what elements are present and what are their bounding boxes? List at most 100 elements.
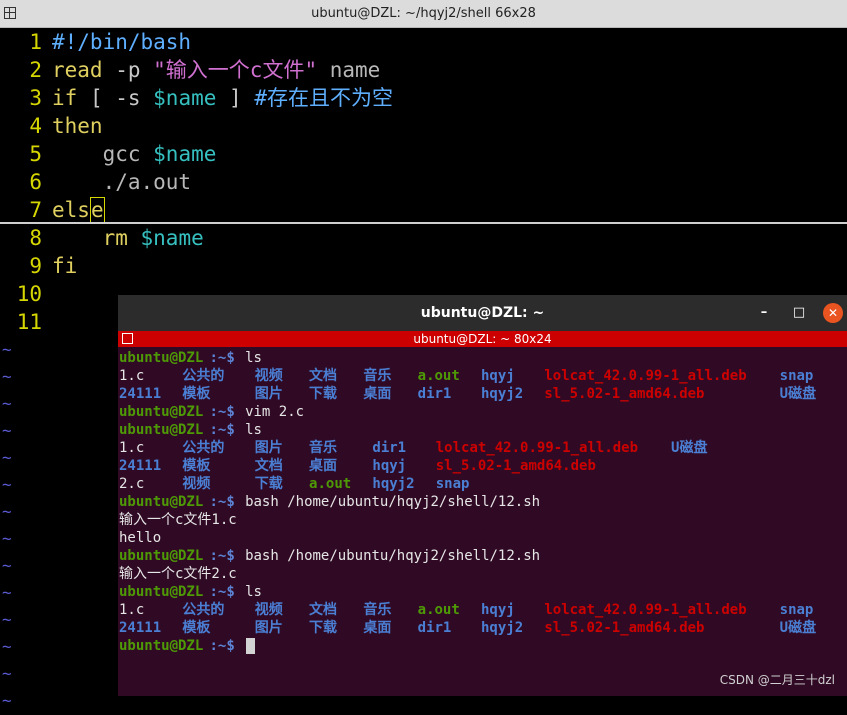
prompt-path: :~$: [209, 638, 235, 654]
code-text: gcc $name: [52, 140, 217, 168]
output-line: 24111 模板 图片 下载 桌面 dir1 hqyj2 sl_5.02-1_amd64.de…: [118, 619, 847, 637]
terminal-title: ubuntu@DZL: ~: [420, 305, 545, 321]
line-number: 3: [29, 86, 42, 110]
prompt-user: ubuntu@DZL: [119, 494, 204, 510]
output-item: hqyj: [372, 458, 407, 474]
code-text: else: [52, 196, 105, 224]
output-line: 输入一个c文件2.c: [118, 565, 847, 583]
terminal-window[interactable]: ubuntu@DZL: ~ – □ ✕ ubuntu@DZL: ~ 80x24 …: [118, 295, 847, 696]
output-item: hqyj: [481, 602, 515, 618]
prompt-path: :~$: [209, 584, 235, 600]
prompt-path: :~$: [209, 404, 235, 420]
output-item: hello: [119, 530, 162, 546]
empty-line-tilde: ~: [2, 367, 12, 386]
output-item: 1.c: [119, 440, 145, 456]
line-number: 9: [29, 254, 42, 278]
code-token: $name: [153, 142, 217, 166]
vim-window-title: ubuntu@DZL: ~/hqyj2/shell 66x28: [311, 6, 536, 21]
output-item: 桌面: [309, 458, 338, 474]
close-button[interactable]: ✕: [823, 303, 843, 323]
output-item: 图片: [254, 440, 283, 456]
editor-cursor: e: [89, 197, 105, 223]
output-item: snap: [779, 602, 814, 618]
tmux-title: ubuntu@DZL: ~ 80x24: [413, 332, 552, 346]
line-number: 8: [29, 226, 42, 250]
empty-line-tilde: ~: [2, 502, 12, 521]
minimize-button[interactable]: –: [754, 303, 774, 323]
terminal-titlebar[interactable]: ubuntu@DZL: ~ – □ ✕: [118, 295, 847, 331]
output-item: 输入一个c文件1.c: [119, 512, 237, 528]
output-item: 模板: [182, 620, 211, 636]
line-number: 11: [16, 310, 42, 334]
prompt-line: ubuntu@DZL :~$ vim 2.c: [118, 403, 847, 421]
output-item: sl_5.02-1_amd64.deb: [435, 458, 596, 474]
empty-line-tilde: ~: [2, 340, 12, 359]
output-item: 模板: [182, 386, 211, 402]
code-token: rm: [52, 226, 141, 250]
output-item: lolcat_42.0.99-1_all.deb: [544, 368, 747, 384]
code-text: read -p "输入一个c文件" name: [52, 56, 380, 84]
command-text: ls: [236, 422, 262, 438]
code-token: #!/bin/bash: [52, 30, 192, 54]
output-item: 文档: [254, 458, 283, 474]
output-item: 桌面: [363, 386, 392, 402]
output-item: 模板: [182, 458, 211, 474]
vim-line: 1 #!/bin/bash: [0, 28, 191, 56]
code-token: -p: [102, 58, 154, 82]
output-item: sl_5.02-1_amd64.deb: [544, 386, 705, 402]
prompt-user: ubuntu@DZL: [119, 422, 204, 438]
prompt-path: :~$: [209, 548, 235, 564]
code-token: gcc: [52, 142, 154, 166]
output-item: hqyj2: [372, 476, 415, 492]
empty-line-tilde: ~: [2, 556, 12, 575]
output-item: 图片: [254, 620, 283, 636]
code-token: $name: [140, 226, 204, 250]
output-item: 2.c: [119, 476, 145, 492]
output-item: 24111: [119, 386, 162, 402]
output-line: 24111 模板 图片 下载 桌面 dir1 hqyj2 sl_5.02-1_amd64.de…: [118, 385, 847, 403]
code-token: fi: [52, 254, 78, 278]
output-line: 24111 模板 文档 桌面 hqyj sl_5.02-1_amd64.deb: [118, 457, 847, 475]
line-number: 2: [29, 58, 42, 82]
output-item: lolcat_42.0.99-1_all.deb: [544, 602, 747, 618]
code-token: "输入一个c文件": [153, 58, 318, 82]
empty-line-tilde: ~: [2, 610, 12, 629]
output-line: 1.c 公共的 图片 音乐 dir1 lolcat_42.0.99-1_all.deb U磁…: [118, 439, 847, 457]
output-item: 桌面: [363, 620, 392, 636]
vim-window-titlebar: ubuntu@DZL: ~/hqyj2/shell 66x28: [0, 0, 847, 28]
code-token: [ -s: [77, 86, 154, 110]
output-item: 文档: [309, 368, 338, 384]
prompt-user: ubuntu@DZL: [119, 404, 204, 420]
output-item: U磁盘: [779, 386, 817, 402]
prompt-user: ubuntu@DZL: [119, 350, 204, 366]
output-item: hqyj2: [481, 620, 524, 636]
output-item: lolcat_42.0.99-1_all.deb: [435, 440, 639, 456]
cursor-line-highlight: [0, 222, 847, 224]
output-item: hqyj: [481, 368, 515, 384]
output-item: 音乐: [363, 602, 392, 618]
prompt-line: ubuntu@DZL:~$ ls: [118, 349, 847, 367]
output-item: sl_5.02-1_amd64.deb: [544, 620, 705, 636]
command-text: ls: [236, 584, 262, 600]
empty-line-tilde: ~: [2, 691, 12, 710]
prompt-path: :~$: [209, 422, 235, 438]
empty-line-tilde: ~: [2, 394, 12, 413]
output-item: 视频: [254, 602, 283, 618]
output-item: 下载: [309, 620, 338, 636]
output-item: 输入一个c文件2.c: [119, 566, 237, 582]
output-line: 1.c 公共的 视频 文档 音乐 a.out hqyj lolcat_42.0.99-1_al…: [118, 367, 847, 385]
output-item: 音乐: [363, 368, 392, 384]
vim-line: 11: [0, 308, 42, 336]
code-token: if: [52, 86, 78, 110]
command-text: bash /home/ubuntu/hqyj2/shell/12.sh: [236, 548, 541, 564]
code-text: ./a.out: [52, 168, 192, 196]
code-token: then: [52, 114, 103, 138]
prompt-line: ubuntu@DZL:~$ ls: [118, 583, 847, 601]
command-text: vim 2.c: [236, 404, 305, 420]
output-item: hqyj2: [481, 386, 524, 402]
prompt-line: ubuntu@DZL:~$: [118, 637, 847, 655]
line-number: 7: [29, 198, 42, 222]
output-item: 图片: [254, 386, 283, 402]
output-item: 24111: [119, 620, 162, 636]
maximize-button[interactable]: □: [789, 303, 809, 323]
